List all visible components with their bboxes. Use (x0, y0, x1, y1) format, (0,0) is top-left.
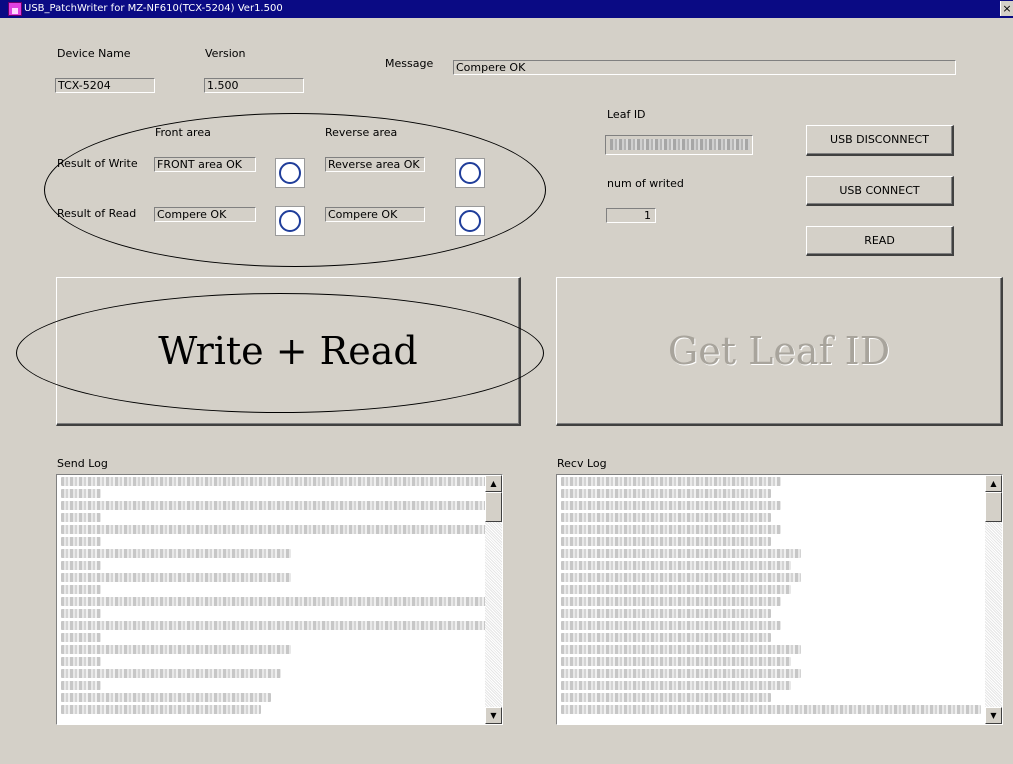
write-front-ok-icon (275, 158, 305, 188)
send-log-scroll-thumb[interactable] (485, 492, 502, 522)
leaf-id-field (605, 135, 753, 155)
front-area-header: Front area (155, 126, 211, 139)
recv-log-box[interactable]: ▲ ▼ (556, 474, 1003, 725)
usb-disconnect-button[interactable]: USB DISCONNECT (806, 125, 954, 156)
write-read-button-label: Write + Read (158, 329, 418, 373)
scroll-down-icon[interactable]: ▼ (485, 707, 502, 724)
device-name-field: TCX-5204 (55, 78, 155, 93)
result-of-read-label: Result of Read (57, 207, 137, 220)
result-of-write-label: Result of Write (57, 157, 138, 170)
write-front-result: FRONT area OK (154, 157, 256, 172)
recv-log-scrollbar[interactable]: ▲ ▼ (985, 475, 1002, 724)
window-title: USB_PatchWriter for MZ-NF610(TCX-5204) V… (24, 3, 283, 14)
send-log-label: Send Log (57, 457, 108, 470)
close-icon[interactable]: × (1000, 1, 1013, 16)
message-field: Compere OK (453, 60, 956, 75)
read-front-result: Compere OK (154, 207, 256, 222)
results-highlight-ellipse (44, 113, 546, 267)
scroll-up-icon[interactable]: ▲ (485, 475, 502, 492)
write-read-button[interactable]: Write + Read (56, 277, 521, 426)
send-log-scrollbar[interactable]: ▲ ▼ (485, 475, 502, 724)
read-reverse-ok-icon (455, 206, 485, 236)
title-bar: USB_PatchWriter for MZ-NF610(TCX-5204) V… (0, 0, 1013, 18)
send-log-box[interactable]: ▲ ▼ (56, 474, 503, 725)
leaf-id-label: Leaf ID (607, 108, 646, 121)
app-icon (8, 2, 22, 16)
message-label: Message (385, 57, 434, 70)
num-of-writed-field: 1 (606, 208, 656, 223)
recv-log-scroll-thumb[interactable] (985, 492, 1002, 522)
recv-log-label: Recv Log (557, 457, 607, 470)
reverse-area-header: Reverse area (325, 126, 398, 139)
version-label: Version (205, 47, 246, 60)
get-leaf-id-button[interactable]: Get Leaf ID (556, 277, 1003, 426)
write-reverse-result: Reverse area OK (325, 157, 425, 172)
num-of-writed-label: num of writed (607, 177, 684, 190)
read-button[interactable]: READ (806, 226, 954, 256)
read-front-ok-icon (275, 206, 305, 236)
device-name-label: Device Name (57, 47, 131, 60)
recv-log-lines (561, 477, 982, 717)
version-field: 1.500 (204, 78, 304, 93)
read-reverse-result: Compere OK (325, 207, 425, 222)
get-leaf-id-button-label: Get Leaf ID (667, 329, 891, 373)
write-reverse-ok-icon (455, 158, 485, 188)
scroll-up-icon[interactable]: ▲ (985, 475, 1002, 492)
send-log-lines (61, 477, 491, 717)
scroll-down-icon[interactable]: ▼ (985, 707, 1002, 724)
usb-connect-button[interactable]: USB CONNECT (806, 176, 954, 206)
